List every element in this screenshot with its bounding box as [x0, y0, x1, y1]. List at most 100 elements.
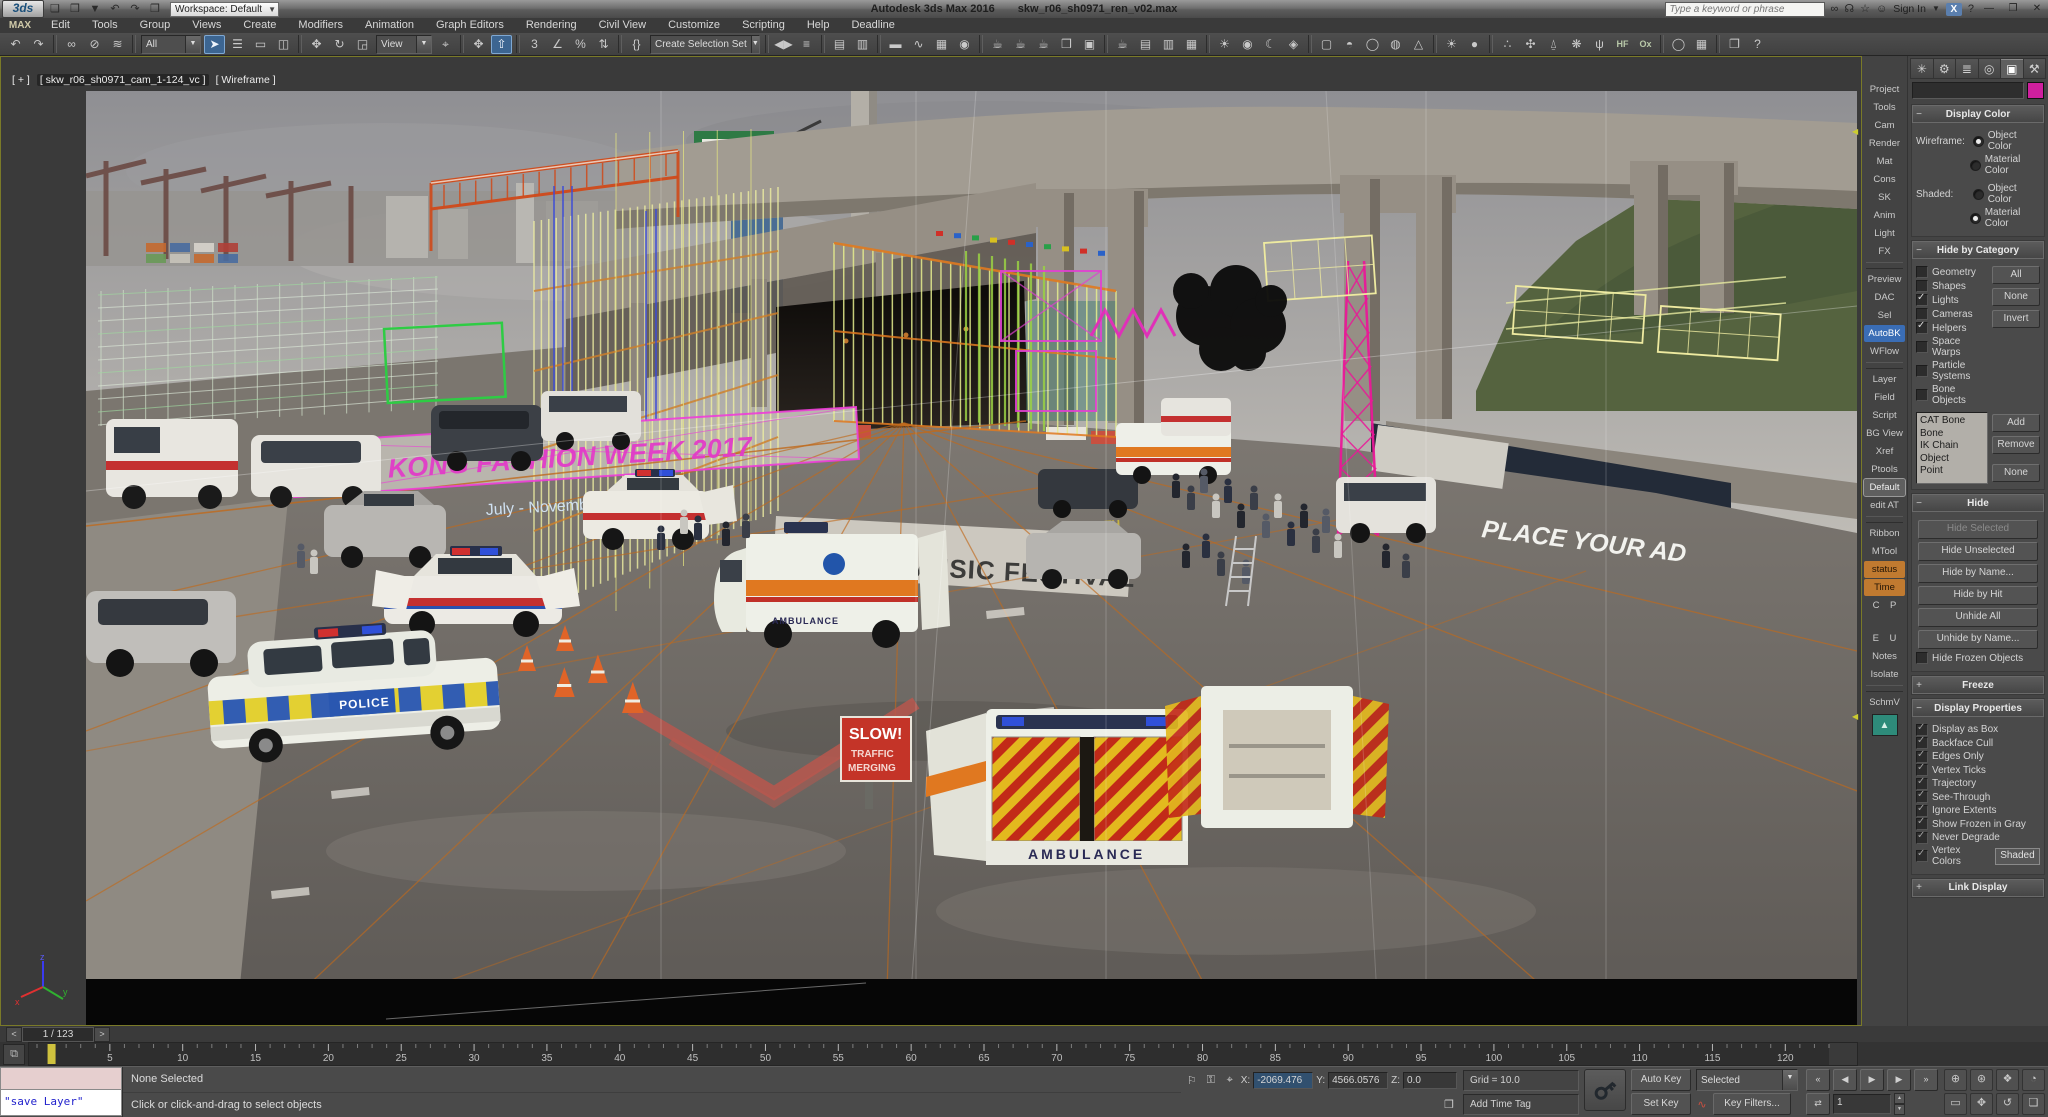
checkbox-display-as-box[interactable] [1916, 724, 1928, 736]
sign-in-button[interactable]: Sign In [1893, 3, 1926, 15]
scene-explorer-icon[interactable]: ▤ [829, 35, 850, 54]
slate-material-editor-icon[interactable]: ☕ [1033, 35, 1054, 54]
strip-tab-script[interactable]: Script [1864, 407, 1905, 424]
list-item[interactable]: Point [1920, 465, 1984, 478]
zoom-icon[interactable]: ⊕ [1944, 1069, 1967, 1091]
strip-tab-mtool[interactable]: MTool [1864, 543, 1905, 560]
strip-tab-cons[interactable]: Cons [1864, 171, 1905, 188]
menu-edit[interactable]: Edit [40, 18, 81, 33]
strip-tab-project[interactable]: Project [1864, 81, 1905, 98]
category-listbox[interactable]: CAT BoneBoneIK Chain ObjectPoint [1916, 412, 1988, 484]
strip-tab-isolate[interactable]: Isolate [1864, 666, 1905, 683]
maxscript-listener-line[interactable]: "save Layer" [0, 1090, 122, 1116]
select-and-manipulate-icon[interactable]: ✥ [468, 35, 489, 54]
ribbon-toggle-icon[interactable]: ▬ [885, 35, 906, 54]
save-file-icon[interactable]: ▼ [86, 2, 104, 17]
redo-quick-icon[interactable]: ↷ [126, 2, 144, 17]
panel-collapse-arrow[interactable]: ◀ [1852, 127, 1860, 137]
material-editor-icon[interactable]: ☕ [987, 35, 1008, 54]
molecules-shelf-icon[interactable]: ✣ [1520, 35, 1541, 54]
checkbox-particle-systems[interactable] [1916, 365, 1928, 377]
grid-window-shelf-icon[interactable]: ▦ [1691, 35, 1712, 54]
checkbox-cameras[interactable] [1916, 308, 1928, 320]
checkbox-vertex-colors[interactable] [1916, 850, 1928, 862]
max-application-button[interactable]: 3ds [2, 0, 44, 18]
strip-tab-light[interactable]: Light [1864, 225, 1905, 242]
dope-sheet-icon[interactable]: ▦ [931, 35, 952, 54]
checkbox-edges-only[interactable] [1916, 751, 1928, 763]
select-and-rotate-icon[interactable]: ↻ [329, 35, 350, 54]
strip-tab-render[interactable]: Render [1864, 135, 1905, 152]
rectangular-selection-region-icon[interactable]: ▭ [250, 35, 271, 54]
strip-tab-wflow[interactable]: WFlow [1864, 343, 1905, 360]
percent-snap-icon[interactable]: % [570, 35, 591, 54]
strip-tab-status[interactable]: status [1864, 561, 1905, 578]
checkbox-trajectory[interactable] [1916, 778, 1928, 790]
curve-editor-icon[interactable]: ∿ [908, 35, 929, 54]
minimize-button[interactable]: — [1980, 2, 1998, 16]
menu-tools[interactable]: Tools [81, 18, 129, 33]
snaps-toggle-3d-icon[interactable]: 3 [524, 35, 545, 54]
plane-shelf-icon[interactable]: ▢ [1316, 35, 1337, 54]
spinner-snap-icon[interactable]: ⇅ [593, 35, 614, 54]
hierarchy-tab-icon[interactable]: ≣ [1956, 58, 1979, 79]
viewport-menu-plus[interactable]: [ + ] [9, 74, 33, 86]
strip-tab-sk[interactable]: SK [1864, 189, 1905, 206]
menu-views[interactable]: Views [181, 18, 232, 33]
mesh-dome-shelf-icon[interactable]: ◍ [1385, 35, 1406, 54]
maxscript-mini-listener[interactable]: "save Layer" [0, 1067, 123, 1117]
white-sphere-shelf-icon[interactable]: ◯ [1668, 35, 1689, 54]
select-and-place-icon[interactable]: ⇧ [491, 35, 512, 54]
utilities-tab-icon[interactable]: ⚒ [2024, 58, 2047, 79]
window-crossing-icon[interactable]: ◫ [273, 35, 294, 54]
restore-button[interactable]: ❐ [2004, 2, 2022, 16]
key-filters-button[interactable]: Key Filters... [1713, 1093, 1791, 1115]
list-item[interactable]: Bone [1920, 428, 1984, 441]
remove-category-button[interactable]: Remove [1992, 436, 2040, 454]
checkbox-geometry[interactable] [1916, 266, 1928, 278]
search-icon[interactable]: ∞ [1831, 1, 1839, 17]
sphere-shelf-icon[interactable]: ◯ [1362, 35, 1383, 54]
close-button[interactable]: ✕ [2028, 2, 2046, 16]
none-category-button[interactable]: None [1992, 464, 2040, 482]
checkbox-vertex-ticks[interactable] [1916, 764, 1928, 776]
shaded-material-color-radio[interactable] [1970, 213, 1981, 224]
menu-graph-editors[interactable]: Graph Editors [425, 18, 515, 33]
menu-customize[interactable]: Customize [657, 18, 731, 33]
maxscript-macro-recorder[interactable] [0, 1067, 122, 1090]
layer-explorer-icon[interactable]: ▥ [852, 35, 873, 54]
zoom-extents-icon[interactable]: ❖ [1996, 1069, 2019, 1091]
project-folder-icon[interactable]: ❐ [146, 2, 164, 17]
strip-tab-notes[interactable]: Notes [1864, 648, 1905, 665]
selection-lock-icon[interactable]: ⚿ [1203, 1074, 1219, 1087]
strip-tab-anim[interactable]: Anim [1864, 207, 1905, 224]
none-button[interactable]: None [1992, 288, 2040, 306]
strip-tab-field[interactable]: Field [1864, 389, 1905, 406]
fluff-shelf-icon[interactable]: ❋ [1566, 35, 1587, 54]
go-to-end-icon[interactable]: » [1914, 1069, 1938, 1091]
redo-icon[interactable]: ↷ [28, 35, 49, 54]
menu-deadline[interactable]: Deadline [840, 18, 905, 33]
sphere2-shelf-icon[interactable]: ● [1464, 35, 1485, 54]
current-frame-field[interactable]: 1 [1833, 1094, 1891, 1114]
unlink-selection-icon[interactable]: ⊘ [84, 35, 105, 54]
checkbox-ignore-extents[interactable] [1916, 805, 1928, 817]
zoom-region-icon[interactable]: ▭ [1944, 1093, 1967, 1115]
play-animation-icon[interactable]: ▶ [1860, 1069, 1884, 1091]
strip-tab-cam[interactable]: Cam [1864, 117, 1905, 134]
wireframe-material-color-radio[interactable] [1970, 160, 1981, 171]
strip-tab-tools[interactable]: Tools [1864, 99, 1905, 116]
select-and-move-icon[interactable]: ✥ [306, 35, 327, 54]
search-input[interactable] [1665, 2, 1825, 17]
notification-balloon-icon[interactable]: ⚐ [1184, 1074, 1200, 1087]
next-frame-icon[interactable]: ▶ [1887, 1069, 1911, 1091]
set-key-button[interactable]: Set Key [1631, 1093, 1691, 1115]
state-sets-icon[interactable]: ▥ [1158, 35, 1179, 54]
checkbox-bone-objects[interactable] [1916, 389, 1928, 401]
next-frame-button[interactable]: > [94, 1027, 110, 1042]
absolute-mode-transform-icon[interactable]: ⌖ [1222, 1074, 1238, 1087]
sun-shelf-icon[interactable]: ☀ [1441, 35, 1462, 54]
strip-tab-sel[interactable]: Sel [1864, 307, 1905, 324]
bind-to-space-warp-icon[interactable]: ≋ [107, 35, 128, 54]
timeline-ruler[interactable]: 5101520253035404550556065707580859095100… [28, 1042, 1858, 1066]
